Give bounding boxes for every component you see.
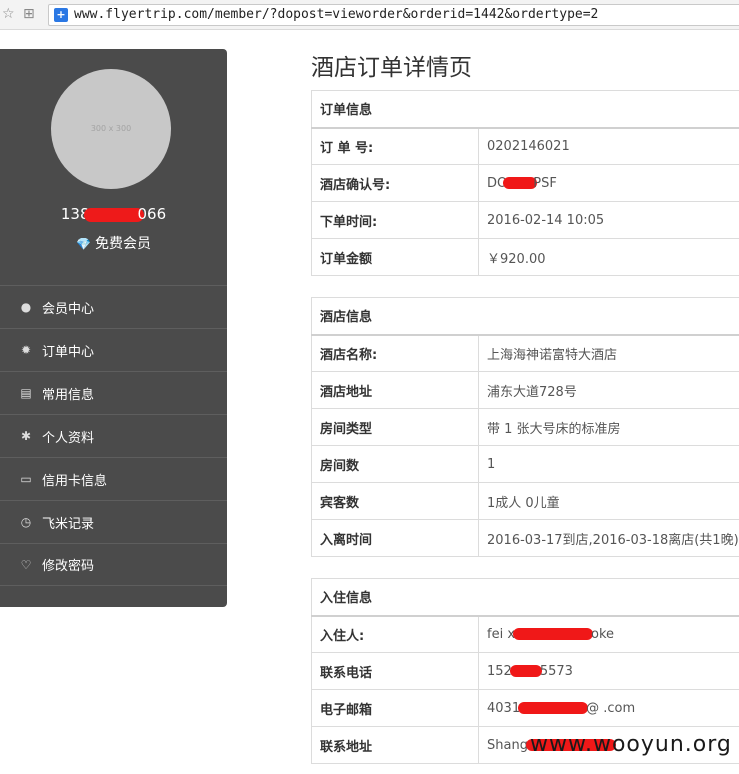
stay-dates: 2016-03-17到店,2016-03-18离店(共1晚) xyxy=(478,519,739,557)
sidebar-item-profile[interactable]: ✱ 个人资料 xyxy=(0,414,227,457)
value-end: PSF xyxy=(533,175,557,191)
table-row: 宾客数 1成人 0儿童 xyxy=(311,482,739,520)
table-row: 订单金额 ￥920.00 xyxy=(311,238,739,276)
shield-icon: + xyxy=(54,8,68,22)
value-start: 4031 xyxy=(487,700,521,716)
apps-grid-icon[interactable]: ⊞ xyxy=(23,6,35,22)
row-key: 联系电话 xyxy=(311,652,479,690)
asterisk-icon: ✱ xyxy=(20,429,32,443)
value-start: 152 xyxy=(487,663,512,679)
hotel-address: 浦东大道728号 xyxy=(478,371,739,409)
table-row: 入离时间 2016-03-17到店,2016-03-18离店(共1晚) xyxy=(311,519,739,557)
star-icon[interactable]: ☆ xyxy=(2,6,15,22)
table-row: 订 单 号: 0202146021 xyxy=(311,127,739,165)
sidebar-item-common-info[interactable]: ▤ 常用信息 xyxy=(0,371,227,414)
browser-toolbar: ☆ ⊞ + www.flyertrip.com/member/?dopost=v… xyxy=(0,0,739,30)
sidebar-item-label: 会员中心 xyxy=(42,301,95,317)
row-key: 房间数 xyxy=(311,445,479,483)
redaction-mark xyxy=(518,702,589,714)
row-key: 下单时间: xyxy=(311,201,479,239)
gear-icon: ✹ xyxy=(20,343,32,357)
sidebar-item-change-password[interactable]: ♡ 修改密码 xyxy=(0,543,227,586)
row-key: 联系地址 xyxy=(311,726,479,764)
user-icon: ● xyxy=(20,300,32,314)
order-info-table: 订单信息 订 单 号: 0202146021 酒店确认号: DO PSF 下单时间: 2… xyxy=(311,90,739,276)
value-start: Shang xyxy=(487,737,528,753)
sidebar: 300 x 300 138 066 💎 免费会员 ● 会员中心 ✹ 订单中心 ▤ 常用信息… xyxy=(0,49,227,607)
sidebar-item-member-center[interactable]: ● 会员中心 xyxy=(0,285,227,328)
sidebar-item-orders[interactable]: ✹ 订单中心 xyxy=(0,328,227,371)
row-key: 酒店确认号: xyxy=(311,164,479,202)
value-end: oke xyxy=(591,626,615,642)
row-key: 电子邮箱 xyxy=(311,689,479,727)
table-row: 联系电话 152 5573 xyxy=(311,652,739,690)
value-end: 5573 xyxy=(539,663,573,679)
member-level-label: 免费会员 xyxy=(94,236,151,252)
table-row: 电子邮箱 4031 @ .com xyxy=(311,689,739,727)
watermark: www.wooyun.org xyxy=(530,732,732,757)
hotel-info-header: 酒店信息 xyxy=(311,297,739,336)
sidebar-item-label: 修改密码 xyxy=(42,559,95,574)
room-type: 带 1 张大号床的标准房 xyxy=(478,408,739,446)
order-amount: ￥920.00 xyxy=(478,238,739,276)
row-key: 房间类型 xyxy=(311,408,479,446)
sidebar-menu: ● 会员中心 ✹ 订单中心 ▤ 常用信息 ✱ 个人资料 ▭ 信用卡信息 ◷ 飞米记录 ♡ 修改… xyxy=(0,285,227,586)
sidebar-item-label: 个人资料 xyxy=(42,430,95,446)
url-text[interactable]: www.flyertrip.com/member/?dopost=vieword… xyxy=(74,7,598,22)
list-card-icon: ▤ xyxy=(20,386,32,400)
row-key: 酒店名称: xyxy=(311,334,479,372)
row-key: 宾客数 xyxy=(311,482,479,520)
table-row: 房间数 1 xyxy=(311,445,739,483)
value-start: fei x xyxy=(487,626,516,642)
diamond-icon: 💎 xyxy=(76,237,91,251)
phone-suffix: 066 xyxy=(137,205,167,223)
row-key: 酒店地址 xyxy=(311,371,479,409)
avatar[interactable]: 300 x 300 xyxy=(51,69,171,189)
guest-count: 1成人 0儿童 xyxy=(478,482,739,520)
order-time: 2016-02-14 10:05 xyxy=(478,201,739,239)
redaction-mark xyxy=(509,665,542,677)
contact-phone: 152 5573 xyxy=(478,652,739,690)
order-info-header: 订单信息 xyxy=(311,90,739,129)
sidebar-item-label: 信用卡信息 xyxy=(42,473,108,489)
table-row: 酒店地址 浦东大道728号 xyxy=(311,371,739,409)
hotel-info-table: 酒店信息 酒店名称: 上海海神诺富特大酒店 酒店地址 浦东大道728号 房间类型带 … xyxy=(311,297,739,557)
table-row: 房间类型带 1 张大号床的标准房 xyxy=(311,408,739,446)
checkin-info-header: 入住信息 xyxy=(311,578,739,617)
sidebar-item-label: 飞米记录 xyxy=(42,516,95,532)
page-title: 酒店订单详情页 xyxy=(311,55,472,81)
value-end: @ .com xyxy=(586,700,636,716)
table-row: 酒店确认号: DO PSF xyxy=(311,164,739,202)
table-row: 下单时间: 2016-02-14 10:05 xyxy=(311,201,739,239)
email: 4031 @ .com xyxy=(478,689,739,727)
clock-icon: ◷ xyxy=(20,515,32,529)
hotel-name: 上海海神诺富特大酒店 xyxy=(478,334,739,372)
address-bar[interactable]: + www.flyertrip.com/member/?dopost=viewo… xyxy=(48,4,739,26)
row-key: 订单金额 xyxy=(311,238,479,276)
redaction-mark xyxy=(83,207,144,222)
row-key: 入住人: xyxy=(311,615,479,653)
heart-icon: ♡ xyxy=(20,557,32,572)
order-number: 0202146021 xyxy=(478,127,739,165)
sidebar-item-credit-card[interactable]: ▭ 信用卡信息 xyxy=(0,457,227,500)
row-key: 入离时间 xyxy=(311,519,479,557)
hotel-confirmation-number: DO PSF xyxy=(478,164,739,202)
guest-name: fei x oke xyxy=(478,615,739,653)
sidebar-item-label: 订单中心 xyxy=(42,344,95,360)
table-row: 酒店名称: 上海海神诺富特大酒店 xyxy=(311,334,739,372)
member-level: 💎 免费会员 xyxy=(0,233,227,253)
credit-card-icon: ▭ xyxy=(20,472,32,486)
redaction-mark xyxy=(513,628,594,641)
room-count: 1 xyxy=(478,445,739,483)
sidebar-item-points[interactable]: ◷ 飞米记录 xyxy=(0,500,227,543)
sidebar-item-label: 常用信息 xyxy=(42,387,95,403)
table-row: 入住人: fei x oke xyxy=(311,615,739,653)
row-key: 订 单 号: xyxy=(311,127,479,165)
username: 138 066 xyxy=(0,205,227,223)
